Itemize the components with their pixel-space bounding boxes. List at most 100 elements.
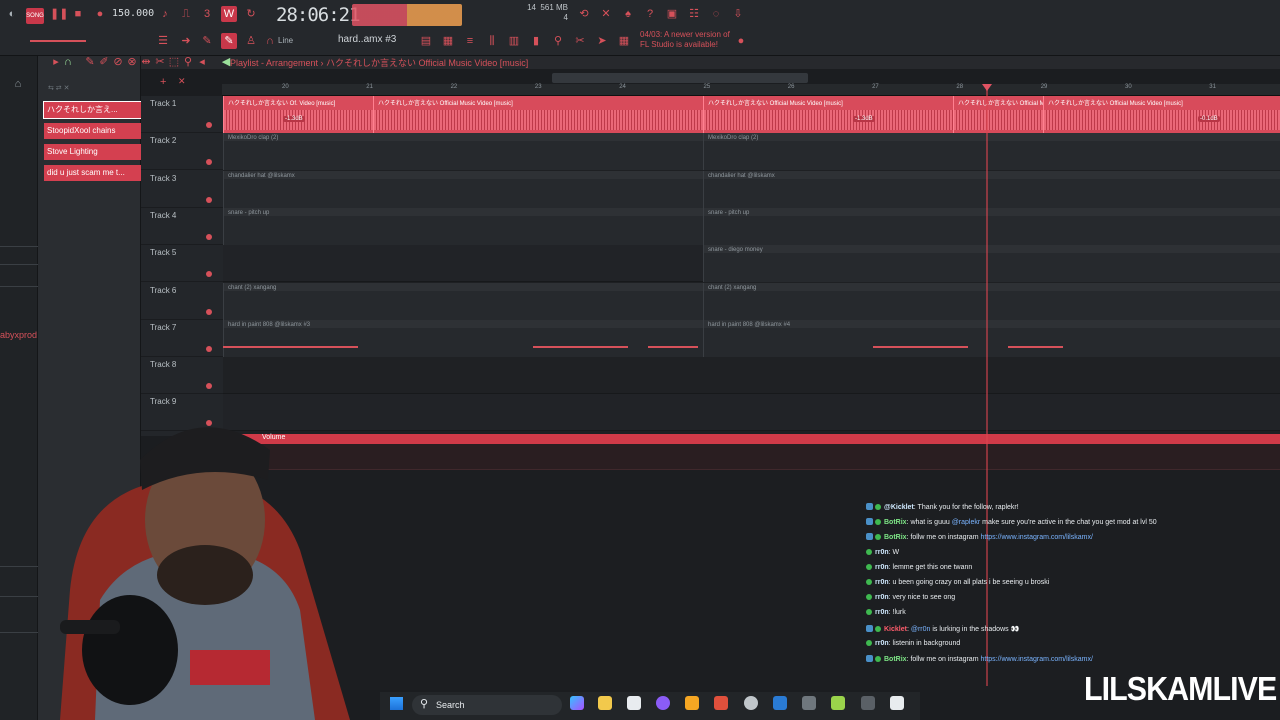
fl-studio-icon[interactable] xyxy=(685,696,699,710)
piano-roll-icon[interactable]: ▤ xyxy=(418,33,434,49)
track-enable-icon[interactable] xyxy=(206,345,212,352)
windows-start-icon[interactable] xyxy=(390,697,403,710)
pattern-clip[interactable]: MexikoDro clap (2) xyxy=(703,133,1280,171)
mic-icon[interactable]: ♠ xyxy=(620,6,636,22)
track-lane[interactable]: snare - diego money xyxy=(223,245,1280,283)
close-icon[interactable]: ✕ xyxy=(178,76,186,87)
countdown-icon[interactable]: 3 xyxy=(199,6,215,22)
pattern-clip[interactable]: hard in paint 808 @lilskamx #4 xyxy=(703,319,1280,357)
track-header[interactable]: Track 5 xyxy=(141,245,223,283)
playlist-icon[interactable]: ☰ xyxy=(155,33,171,49)
plugin-icon[interactable]: ▮ xyxy=(528,33,544,49)
track-lane[interactable] xyxy=(223,357,1280,395)
pattern-clip[interactable]: chandalier hat @lilskamx xyxy=(703,170,1280,208)
track-lane[interactable]: ハクそれしか言えない Of. Video [music] ハクそれしか言えない O… xyxy=(223,96,1280,133)
playhead-marker[interactable] xyxy=(982,84,992,91)
news-icon[interactable]: ● xyxy=(733,33,749,49)
audio-clip[interactable]: ハクそれしか言えない Official Music Video [music] xyxy=(953,96,1093,133)
discord-icon[interactable] xyxy=(656,696,670,710)
track-header[interactable]: Track 4 xyxy=(141,208,223,245)
track-enable-icon[interactable] xyxy=(206,196,212,203)
chat-username[interactable]: rr0n xyxy=(875,564,889,571)
song-mode-toggle[interactable]: SONG xyxy=(26,8,44,24)
snap-setting[interactable]: Line xyxy=(278,36,293,45)
audio-clip[interactable]: ハクそれしか言えない Official Music Video [music] xyxy=(373,96,703,133)
track-enable-icon[interactable] xyxy=(206,122,212,128)
track-header[interactable]: Track 1 xyxy=(141,96,223,133)
track-lane[interactable]: chandalier hat @lilskamx chandalier hat @… xyxy=(223,170,1280,208)
arrow-icon[interactable]: ➜ xyxy=(178,33,194,49)
chat-icon[interactable]: ◌ xyxy=(708,6,724,22)
pattern-clip[interactable]: chant (2) xangang xyxy=(703,282,1280,320)
track-header[interactable]: Track 8 xyxy=(141,357,223,395)
track-header[interactable]: Track 6 xyxy=(141,283,223,320)
record-icon[interactable]: ● xyxy=(92,6,108,22)
pattern-clip[interactable]: snare - diego money xyxy=(703,245,1280,283)
app-icon[interactable] xyxy=(861,696,875,710)
chat-link[interactable]: https://www.instagram.com/lilskamx/ xyxy=(980,656,1092,663)
track-header[interactable]: Track 3 xyxy=(141,171,223,208)
paint-icon[interactable]: ✎ xyxy=(221,33,237,49)
metronome-icon[interactable]: ♪ xyxy=(157,6,173,22)
download-icon[interactable]: ⇩ xyxy=(730,6,746,22)
tuner-icon[interactable]: ⚲ xyxy=(550,33,566,49)
pattern-clip[interactable]: MexikoDro clap (2) xyxy=(223,133,703,171)
app-icon[interactable] xyxy=(802,696,816,710)
chat-link[interactable]: https://www.instagram.com/lilskamx/ xyxy=(980,534,1092,541)
pause-icon[interactable]: ❚❚ xyxy=(50,6,68,22)
step-seq-icon[interactable]: ▦ xyxy=(440,33,456,49)
time-display[interactable]: 28:06:21 xyxy=(276,4,361,26)
track-header[interactable]: Track 2 xyxy=(141,133,223,171)
track-enable-icon[interactable] xyxy=(206,383,212,390)
magnet-icon[interactable]: ∩ xyxy=(60,54,76,70)
channel-rack-icon[interactable]: ≡ xyxy=(462,33,478,49)
playback-icon[interactable]: ◂ xyxy=(194,54,210,70)
store-icon[interactable] xyxy=(627,696,641,710)
pattern-clip[interactable]: snare - pitch up xyxy=(703,207,1280,245)
steam-icon[interactable] xyxy=(773,696,787,710)
chat-username[interactable]: BotRix xyxy=(884,656,907,663)
help-icon[interactable]: ? xyxy=(642,6,658,22)
audio-clip[interactable]: ハクそれしか言えない Official Music Video [music] xyxy=(703,96,953,133)
stop-icon[interactable]: ■ xyxy=(70,6,86,22)
chat-username[interactable]: rr0n xyxy=(875,579,889,586)
chat-username[interactable]: rr0n xyxy=(875,609,889,616)
pattern-clip[interactable]: chandalier hat @lilskamx xyxy=(223,170,703,208)
stamp-icon[interactable]: ♙ xyxy=(243,33,259,49)
audio-clip[interactable]: ハクそれしか言えない Official Music Video [music] xyxy=(1043,96,1280,133)
wait-input-icon[interactable]: ⎍ xyxy=(178,6,194,22)
folder-icon[interactable]: ⌂ xyxy=(10,76,26,92)
browser-item[interactable]: abyxprod xyxy=(0,330,37,340)
app-icon[interactable] xyxy=(831,696,845,710)
master-volume-slider[interactable] xyxy=(30,40,86,42)
magnet-icon[interactable]: ∩ xyxy=(262,33,278,49)
chat-username[interactable]: BotRix xyxy=(884,534,907,541)
chat-mention[interactable]: @raplekr xyxy=(952,519,981,526)
brave-icon[interactable] xyxy=(714,696,728,710)
undo-icon[interactable]: ⟲ xyxy=(576,6,592,22)
track-lane[interactable]: snare - pitch up snare - pitch up xyxy=(223,207,1280,245)
gain-label[interactable]: -1.3dB xyxy=(853,116,875,122)
track-lane[interactable]: hard in paint 808 @lilskamx #3 hard in pa… xyxy=(223,319,1280,357)
save-icon[interactable]: ▣ xyxy=(664,6,680,22)
track-enable-icon[interactable] xyxy=(206,271,212,278)
gain-label[interactable]: -0.1dB xyxy=(1198,116,1220,122)
chat-mention[interactable]: @rr0n xyxy=(911,626,931,633)
copilot-icon[interactable] xyxy=(570,696,584,710)
pencil-icon[interactable]: ✎ xyxy=(199,33,215,49)
chat-username[interactable]: @Kicklet xyxy=(884,504,914,511)
track-lane[interactable]: MexikoDro clap (2) MexikoDro clap (2) xyxy=(223,133,1280,171)
chat-username[interactable]: rr0n xyxy=(875,640,889,647)
gain-label[interactable]: -1.3dB xyxy=(283,116,305,122)
horizontal-scrollbar[interactable] xyxy=(552,73,808,83)
pin-icon[interactable]: ✂ xyxy=(572,33,588,49)
tempo-display[interactable]: 150.000 xyxy=(112,8,154,19)
track-lane[interactable]: chant (2) xangang chant (2) xangang xyxy=(223,282,1280,320)
chat-username[interactable]: rr0n xyxy=(875,594,889,601)
chat-username[interactable]: Kicklet xyxy=(884,626,907,633)
obs-icon[interactable] xyxy=(744,696,758,710)
chat-username[interactable]: rr0n xyxy=(875,549,889,556)
playlist-lanes[interactable]: ハクそれしか言えない Of. Video [music] ハクそれしか言えない O… xyxy=(223,96,1280,436)
cut-icon[interactable]: ✕ xyxy=(598,6,614,22)
app-icon[interactable] xyxy=(890,696,904,710)
